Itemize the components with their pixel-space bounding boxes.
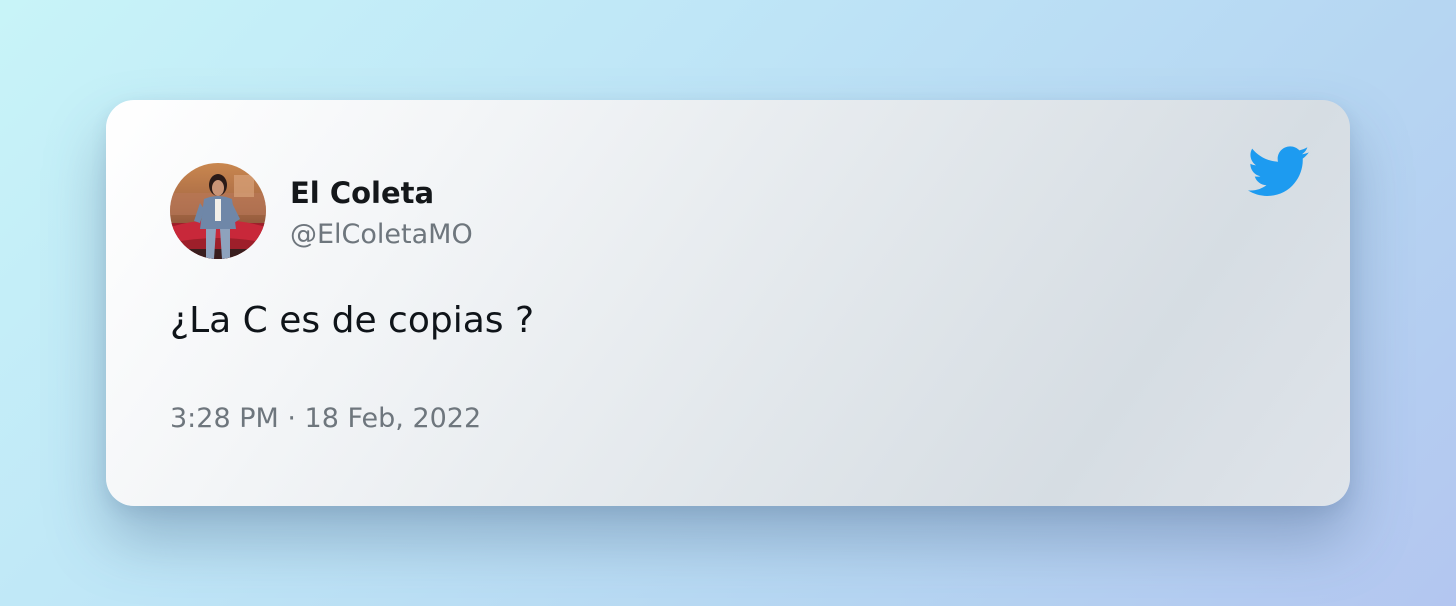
display-name[interactable]: El Coleta xyxy=(290,174,434,212)
tweet-text: ¿La C es de copias ? xyxy=(170,300,535,341)
user-handle[interactable]: @ElColetaMO xyxy=(290,216,473,254)
avatar[interactable] xyxy=(170,163,266,259)
tweet-timestamp[interactable]: 3:28 PM · 18 Feb, 2022 xyxy=(170,400,481,438)
tweet-card: El Coleta @ElColetaMO ¿La C es de copias… xyxy=(106,100,1350,506)
twitter-bird-icon[interactable] xyxy=(1247,146,1310,198)
